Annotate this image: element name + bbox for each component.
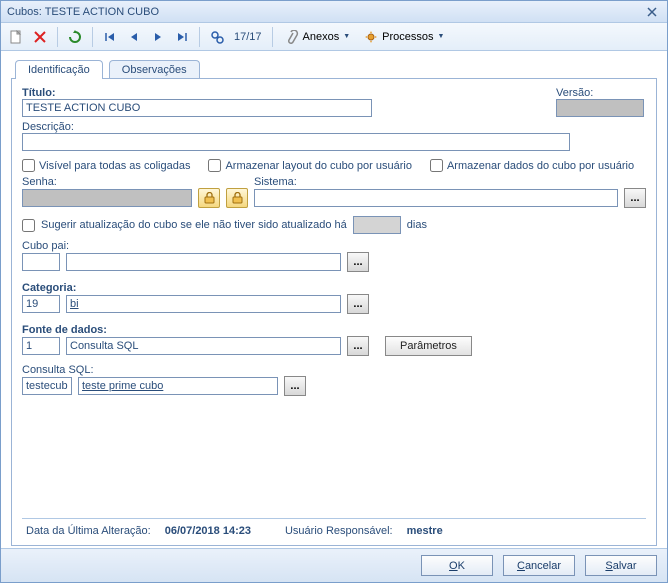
ok-rest: K (458, 560, 465, 572)
versao-input (556, 99, 644, 117)
tab-identificacao[interactable]: Identificação (15, 60, 103, 79)
search-button[interactable] (206, 26, 228, 48)
usuario-resp-value: mestre (407, 525, 443, 537)
separator (199, 27, 200, 47)
cubopai-name-input[interactable] (66, 253, 341, 271)
armazenar-dados-checkbox[interactable] (430, 159, 443, 172)
usuario-resp-label: Usuário Responsável: (285, 525, 393, 537)
sugerir-dias-input[interactable] (353, 216, 401, 234)
ok-button[interactable]: OK (421, 555, 493, 576)
consulta-code-input[interactable] (22, 377, 72, 395)
tab-panel: Título: Versão: Descrição: Visível para … (11, 78, 657, 546)
new-button[interactable] (5, 26, 27, 48)
separator (92, 27, 93, 47)
close-button[interactable] (643, 4, 661, 20)
lock-icon (232, 192, 243, 204)
sugerir-checkbox[interactable] (22, 219, 35, 232)
armazenar-dados-label: Armazenar dados do cubo por usuário (447, 160, 634, 172)
titulo-label: Título: (22, 87, 550, 99)
armazenar-dados-wrap: Armazenar dados do cubo por usuário (430, 159, 634, 172)
nav-prev-button[interactable] (123, 26, 145, 48)
senha-lock-button-2[interactable] (226, 188, 248, 208)
record-counter: 17/17 (230, 31, 266, 43)
nav-last-button[interactable] (171, 26, 193, 48)
categoria-name-input[interactable] (66, 295, 341, 313)
anexos-menu[interactable]: Anexos ▼ (279, 26, 357, 48)
data-alteracao-value: 06/07/2018 14:23 (165, 525, 251, 537)
senha-label: Senha: (22, 176, 248, 188)
processos-label: Processos (382, 31, 433, 43)
chevron-down-icon: ▼ (343, 33, 350, 40)
body-area: Identificação Observações Título: Versão… (1, 51, 667, 548)
fonte-browse-button[interactable]: ... (347, 336, 369, 356)
categoria-label: Categoria: (22, 282, 646, 294)
cancelar-button[interactable]: Cancelar (503, 555, 575, 576)
nav-next-button[interactable] (147, 26, 169, 48)
anexos-label: Anexos (303, 31, 340, 43)
separator (57, 27, 58, 47)
refresh-button[interactable] (64, 26, 86, 48)
versao-label: Versão: (556, 87, 646, 99)
nav-first-button[interactable] (99, 26, 121, 48)
categoria-browse-button[interactable]: ... (347, 294, 369, 314)
window: Cubos: TESTE ACTION CUBO (0, 0, 668, 583)
categoria-code-input[interactable] (22, 295, 60, 313)
sistema-browse-button[interactable]: ... (624, 188, 646, 208)
senha-lock-button-1[interactable] (198, 188, 220, 208)
visivel-checkbox-wrap: Visível para todas as coligadas (22, 159, 190, 172)
toolbar: 17/17 Anexos ▼ Processos ▼ (1, 23, 667, 51)
fonte-code-input[interactable] (22, 337, 60, 355)
footer-buttons: OK Cancelar Salvar (1, 548, 667, 582)
descricao-label: Descrição: (22, 121, 646, 133)
gear-icon (364, 30, 378, 44)
fonte-name-input[interactable] (66, 337, 341, 355)
separator (272, 27, 273, 47)
armazenar-layout-checkbox[interactable] (208, 159, 221, 172)
consulta-browse-button[interactable]: ... (284, 376, 306, 396)
parametros-button[interactable]: Parâmetros (385, 336, 472, 356)
data-alteracao-label: Data da Última Alteração: (26, 525, 151, 537)
cubopai-browse-button[interactable]: ... (347, 252, 369, 272)
processos-menu[interactable]: Processos ▼ (358, 26, 450, 48)
armazenar-layout-wrap: Armazenar layout do cubo por usuário (208, 159, 412, 172)
sistema-input[interactable] (254, 189, 618, 207)
cubopai-label: Cubo pai: (22, 240, 646, 252)
cubopai-code-input[interactable] (22, 253, 60, 271)
attachment-icon (285, 30, 299, 44)
window-title: Cubos: TESTE ACTION CUBO (7, 6, 159, 18)
chevron-down-icon: ▼ (438, 33, 445, 40)
consulta-label: Consulta SQL: (22, 364, 646, 376)
armazenar-layout-label: Armazenar layout do cubo por usuário (225, 160, 412, 172)
tab-observacoes[interactable]: Observações (109, 60, 200, 79)
fonte-label: Fonte de dados: (22, 324, 646, 336)
delete-button[interactable] (29, 26, 51, 48)
visivel-label: Visível para todas as coligadas (39, 160, 190, 172)
senha-input[interactable] (22, 189, 192, 207)
descricao-input[interactable] (22, 133, 570, 151)
sistema-label: Sistema: (254, 176, 646, 188)
salvar-button[interactable]: Salvar (585, 555, 657, 576)
visivel-checkbox[interactable] (22, 159, 35, 172)
tabs: Identificação Observações (15, 59, 657, 78)
dias-label: dias (407, 219, 427, 231)
titlebar: Cubos: TESTE ACTION CUBO (1, 1, 667, 23)
sugerir-label: Sugerir atualização do cubo se ele não t… (41, 219, 347, 231)
titulo-input[interactable] (22, 99, 372, 117)
consulta-name-input[interactable] (78, 377, 278, 395)
lock-icon (204, 192, 215, 204)
